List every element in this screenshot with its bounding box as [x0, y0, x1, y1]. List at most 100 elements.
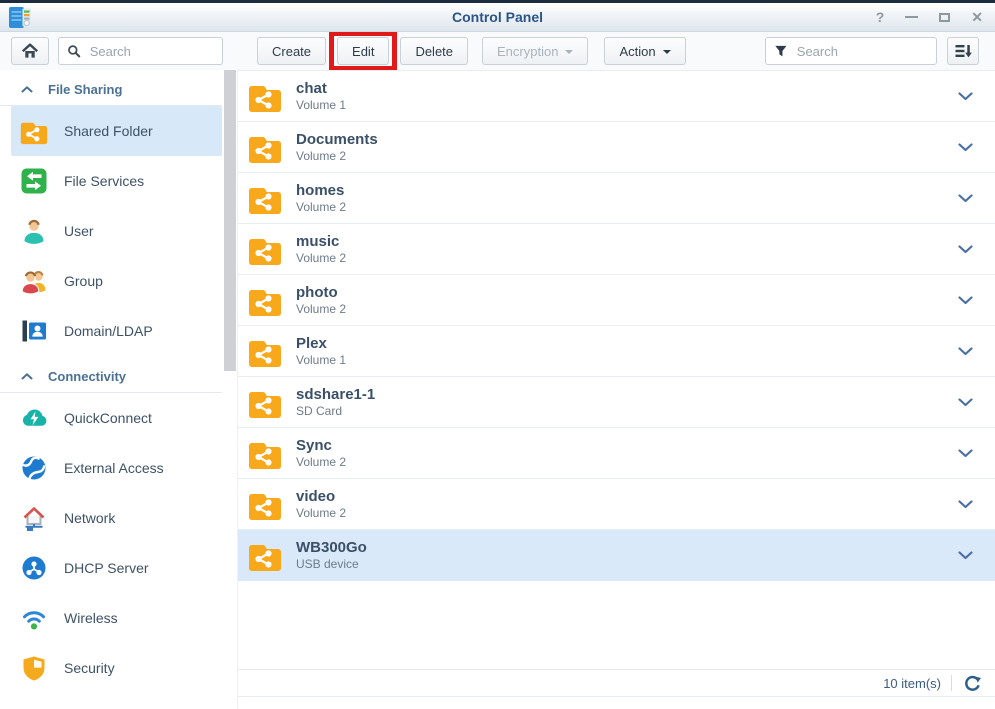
sidebar-item-label: Wireless — [64, 610, 118, 626]
folder-row-video[interactable]: videoVolume 2 — [238, 479, 995, 530]
expand-chevron-down-icon[interactable] — [958, 194, 973, 203]
sort-list-icon — [953, 41, 973, 61]
folder-location: Volume 2 — [296, 506, 958, 521]
folder-row-photo[interactable]: photoVolume 2 — [238, 275, 995, 326]
sidebar-scrollbar[interactable] — [224, 70, 236, 371]
folder-location: Volume 2 — [296, 455, 958, 470]
network-icon — [20, 504, 48, 532]
action-button-label: Action — [619, 44, 655, 59]
group-icon — [20, 267, 48, 295]
sidebar-item-domain-ldap[interactable]: Domain/LDAP — [11, 306, 222, 356]
sidebar-item-network[interactable]: Network — [11, 493, 222, 543]
folder-location: SD Card — [296, 404, 958, 419]
refresh-button[interactable] — [962, 673, 983, 694]
expand-chevron-down-icon[interactable] — [958, 143, 973, 152]
expand-chevron-down-icon[interactable] — [958, 347, 973, 356]
help-button[interactable]: ? — [876, 10, 885, 24]
shared-folder-icon — [248, 486, 282, 522]
sidebar-item-shared-folder[interactable]: Shared Folder — [11, 106, 222, 156]
maximize-button[interactable] — [939, 13, 950, 22]
folder-row-music[interactable]: musicVolume 2 — [238, 224, 995, 275]
sidebar-item-security[interactable]: Security — [11, 643, 222, 693]
section-label: File Sharing — [48, 82, 122, 97]
delete-button[interactable]: Delete — [400, 37, 468, 65]
section-header-system[interactable]: System — [0, 693, 222, 709]
create-button[interactable]: Create — [257, 37, 326, 65]
sidebar-item-label: Group — [64, 273, 103, 289]
section-header-file-sharing[interactable]: File Sharing — [0, 70, 222, 106]
main-area: File Sharing Shared Folder — [0, 70, 995, 709]
section-label: Connectivity — [48, 369, 126, 384]
folder-row-homes[interactable]: homesVolume 2 — [238, 173, 995, 224]
folder-name: Plex — [296, 334, 958, 353]
sidebar-item-label: File Services — [64, 173, 144, 189]
expand-chevron-down-icon[interactable] — [958, 296, 973, 305]
close-button[interactable]: ✕ — [971, 10, 983, 24]
folder-location: Volume 2 — [296, 149, 958, 164]
sort-button[interactable] — [947, 37, 979, 65]
home-icon — [20, 41, 40, 61]
maximize-icon — [939, 13, 950, 22]
window-controls: ? ✕ — [876, 3, 983, 31]
dhcp-server-icon — [20, 554, 48, 582]
shared-folder-icon — [248, 129, 282, 165]
folder-row-sdshare1-1[interactable]: sdshare1-1SD Card — [238, 377, 995, 428]
sidebar-item-wireless[interactable]: Wireless — [11, 593, 222, 643]
expand-chevron-down-icon[interactable] — [958, 449, 973, 458]
search-icon — [67, 43, 81, 59]
shared-folder-icon — [248, 333, 282, 369]
folder-row-documents[interactable]: DocumentsVolume 2 — [238, 122, 995, 173]
folder-row-wb300go[interactable]: WB300GoUSB device — [238, 530, 995, 581]
shared-folder-icon — [248, 282, 282, 318]
edit-button[interactable]: Edit — [337, 37, 389, 65]
folder-name: Documents — [296, 130, 958, 149]
home-button[interactable] — [11, 37, 49, 65]
window-title: Control Panel — [452, 9, 543, 25]
folder-location: Volume 1 — [296, 353, 958, 368]
folder-name: sdshare1-1 — [296, 385, 958, 404]
action-button[interactable]: Action — [604, 37, 685, 65]
domain-ldap-icon — [20, 317, 48, 345]
folder-name: homes — [296, 181, 958, 200]
folder-location: Volume 1 — [296, 98, 958, 113]
shared-folder-icon — [248, 180, 282, 216]
folder-row-plex[interactable]: PlexVolume 1 — [238, 326, 995, 377]
sidebar-item-label: Security — [64, 660, 115, 676]
expand-chevron-down-icon[interactable] — [958, 500, 973, 509]
folder-name: video — [296, 487, 958, 506]
section-header-connectivity[interactable]: Connectivity — [0, 356, 222, 393]
sidebar-item-user[interactable]: User — [11, 206, 222, 256]
sidebar-item-quickconnect[interactable]: QuickConnect — [11, 393, 222, 443]
wireless-icon — [20, 604, 48, 632]
folder-name: music — [296, 232, 958, 251]
encryption-button-label: Encryption — [497, 44, 558, 59]
folder-filter-input[interactable] — [795, 43, 928, 60]
sidebar-search-input[interactable] — [88, 43, 214, 60]
expand-chevron-down-icon[interactable] — [958, 398, 973, 407]
folder-row-sync[interactable]: SyncVolume 2 — [238, 428, 995, 479]
sidebar-item-dhcp-server[interactable]: DHCP Server — [11, 543, 222, 593]
minimize-button[interactable] — [905, 16, 918, 19]
expand-chevron-down-icon[interactable] — [958, 92, 973, 101]
folder-filter-search — [765, 37, 937, 65]
folder-row-chat[interactable]: chatVolume 1 — [238, 71, 995, 122]
sidebar-item-external-access[interactable]: External Access — [11, 443, 222, 493]
list-footer: 10 item(s) — [238, 669, 995, 697]
security-icon — [20, 654, 48, 682]
expand-chevron-down-icon[interactable] — [958, 551, 973, 560]
folder-list: chatVolume 1 DocumentsVolume 2 homesVolu… — [238, 70, 995, 669]
sidebar-item-label: QuickConnect — [64, 410, 152, 426]
shared-folder-icon — [248, 78, 282, 114]
titlebar: Control Panel ? ✕ — [0, 0, 995, 32]
control-panel-window: Control Panel ? ✕ — [0, 0, 995, 709]
expand-chevron-down-icon[interactable] — [958, 245, 973, 254]
chevron-down-icon — [663, 50, 671, 54]
sidebar-item-label: User — [64, 223, 94, 239]
toolbar-main: Create Edit Delete Encryption Action — [237, 31, 995, 71]
item-count: 10 item(s) — [883, 676, 941, 691]
sidebar-item-group[interactable]: Group — [11, 256, 222, 306]
external-access-icon — [20, 454, 48, 482]
chevron-down-icon — [565, 50, 573, 54]
folder-location: USB device — [296, 557, 958, 572]
sidebar-item-file-services[interactable]: File Services — [11, 156, 222, 206]
